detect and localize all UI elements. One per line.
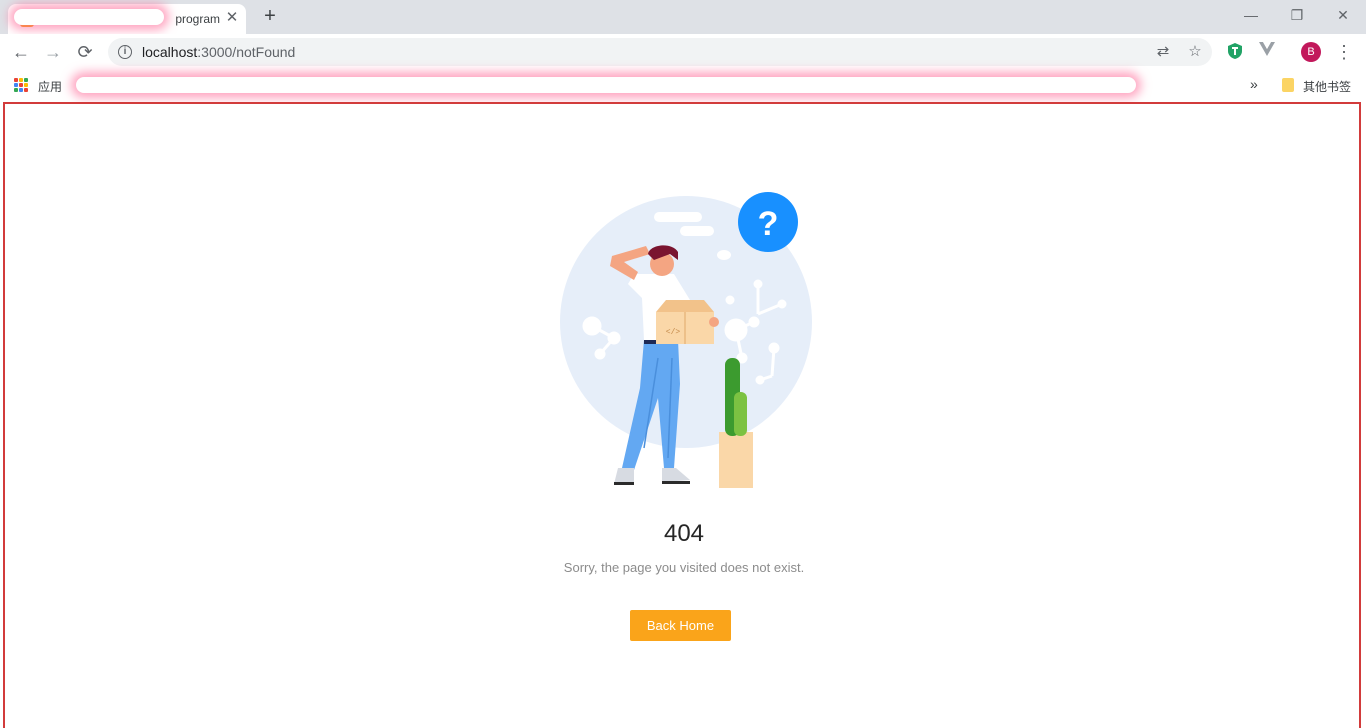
translate-icon[interactable]: ⇄ — [1152, 42, 1174, 62]
tab-strip: program ✕ + — ❐ ✕ — [0, 0, 1366, 34]
not-found-illustration: ? </> — [560, 192, 812, 488]
svg-text:</>: </> — [666, 328, 681, 337]
url-path: :3000/notFound — [197, 44, 296, 60]
profile-avatar[interactable]: B — [1301, 42, 1321, 62]
redaction-scribble — [76, 77, 1136, 93]
not-found-message: Sorry, the page you visited does not exi… — [563, 560, 805, 575]
other-bookmarks[interactable]: 其他书签 — [1303, 78, 1351, 95]
minimize-button[interactable]: — — [1228, 4, 1274, 28]
url-text: localhost:3000/notFound — [142, 44, 295, 60]
bookmarks-overflow-icon[interactable]: » — [1250, 76, 1258, 92]
shield-extension-icon[interactable] — [1225, 42, 1245, 62]
vue-devtools-icon[interactable] — [1257, 42, 1277, 62]
bookmark-star-icon[interactable]: ☆ — [1184, 42, 1206, 62]
back-home-button[interactable]: Back Home — [630, 610, 731, 641]
folder-icon — [1282, 78, 1294, 92]
back-button[interactable]: ← — [8, 40, 34, 64]
new-tab-button[interactable]: + — [258, 5, 282, 29]
question-mark: ? — [758, 205, 779, 243]
restore-button[interactable]: ❐ — [1274, 4, 1320, 28]
close-window-button[interactable]: ✕ — [1320, 4, 1366, 28]
redaction-scribble — [14, 9, 164, 25]
reload-button[interactable]: ⟳ — [72, 40, 98, 64]
tab-close-icon[interactable]: ✕ — [224, 8, 240, 28]
apps-grid-icon[interactable] — [14, 78, 28, 92]
site-info-icon[interactable]: i — [118, 45, 132, 59]
url-host: localhost — [142, 44, 198, 60]
apps-bookmark[interactable]: 应用 — [38, 78, 62, 95]
chrome-menu-icon[interactable]: ⋮ — [1331, 40, 1357, 64]
status-code: 404 — [663, 520, 705, 547]
page-content: ? </> 404 Sorry, the page you visited do… — [3, 102, 1361, 728]
browser-toolbar: ← → ⟳ i localhost:3000/notFound ⇄ ☆ B ⋮ — [0, 34, 1366, 70]
address-bar[interactable]: i localhost:3000/notFound ⇄ ☆ — [108, 38, 1212, 66]
forward-button[interactable]: → — [40, 40, 66, 64]
